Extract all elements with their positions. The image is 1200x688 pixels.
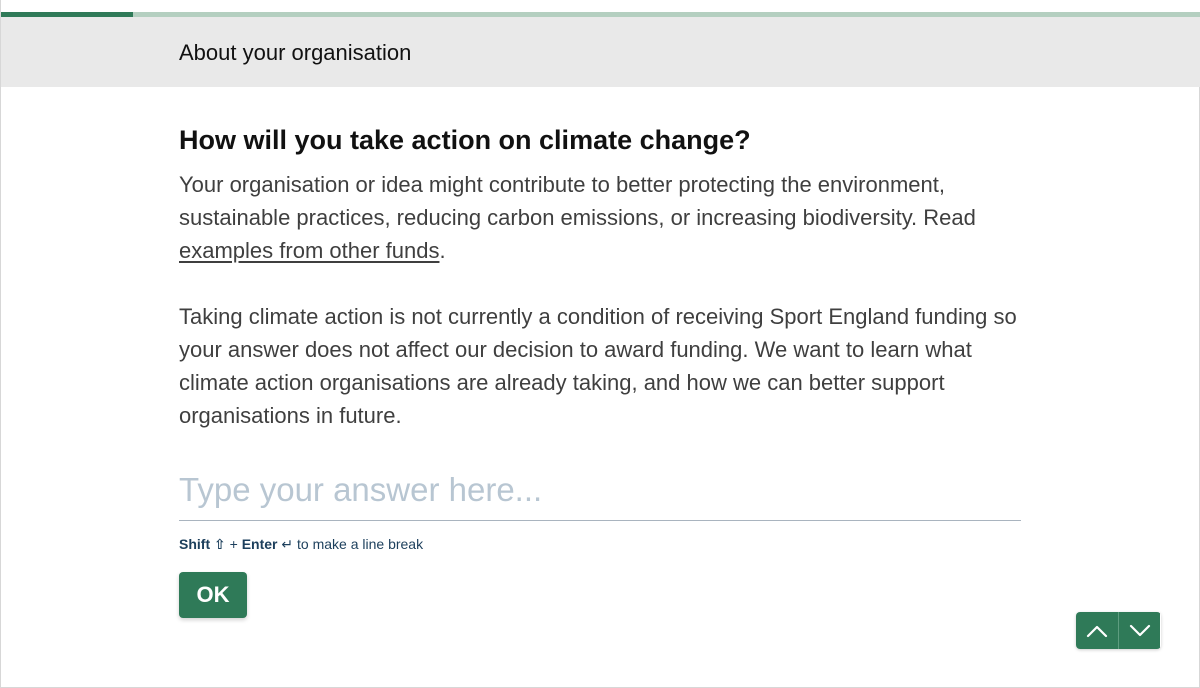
section-header: About your organisation	[1, 17, 1200, 87]
examples-link[interactable]: examples from other funds	[179, 238, 439, 263]
hint-suffix: to make a line break	[297, 536, 424, 552]
chevron-up-icon	[1086, 625, 1108, 637]
description-1-text: Your organisation or idea might contribu…	[179, 172, 976, 230]
description-paragraph-2: Taking climate action is not currently a…	[179, 304, 1017, 428]
shift-key-label: Shift	[179, 536, 211, 552]
typeform-page: About your organisation How will you tak…	[0, 0, 1200, 688]
section-title: About your organisation	[179, 40, 412, 65]
enter-key-label: Enter	[241, 536, 278, 552]
question-navigation	[1076, 612, 1161, 649]
answer-input[interactable]	[179, 465, 1021, 521]
question-block: How will you take action on climate chan…	[179, 124, 1024, 432]
chevron-down-icon	[1129, 624, 1150, 636]
question-description: Your organisation or idea might contribu…	[179, 168, 1024, 432]
hint-plus: +	[229, 536, 238, 552]
line-break-hint: Shift ⇧ + Enter ↵ to make a line break	[179, 536, 423, 553]
description-paragraph-1: Your organisation or idea might contribu…	[179, 168, 1024, 267]
top-strip	[1, 0, 1200, 12]
ok-button[interactable]: OK	[179, 572, 247, 618]
previous-question-button[interactable]	[1076, 612, 1118, 649]
next-question-button[interactable]	[1118, 612, 1160, 649]
shift-icon: ⇧	[214, 536, 226, 552]
description-1-end: .	[439, 238, 446, 263]
question-title: How will you take action on climate chan…	[179, 125, 751, 155]
enter-icon: ↵	[281, 536, 294, 552]
